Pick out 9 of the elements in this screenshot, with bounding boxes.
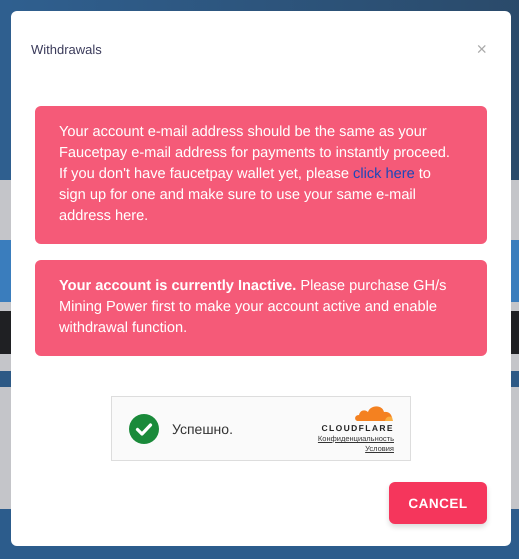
brand-name: CLOUDFLARE: [321, 423, 394, 433]
alert-message: Your account e-mail address should be the same as your Faucetpay e-mail address for payments to instantly proceed. If you don't have faucetpay wallet yet, please click here to sign up for one and make sure to use your same e-mail address here.: [35, 106, 487, 244]
cancel-button[interactable]: CANCEL: [389, 482, 487, 524]
close-button[interactable]: ×: [476, 40, 487, 58]
dialog-title: Withdrawals: [31, 42, 102, 56]
cloud-icon: [352, 404, 394, 422]
alert-message: Your account is currently Inactive. Please purchase GH/s Mining Power first to make your account active and enable withdrawal function.: [35, 260, 487, 356]
captcha-status: Успешно.: [172, 420, 234, 436]
click-here-link[interactable]: click here: [353, 166, 415, 182]
